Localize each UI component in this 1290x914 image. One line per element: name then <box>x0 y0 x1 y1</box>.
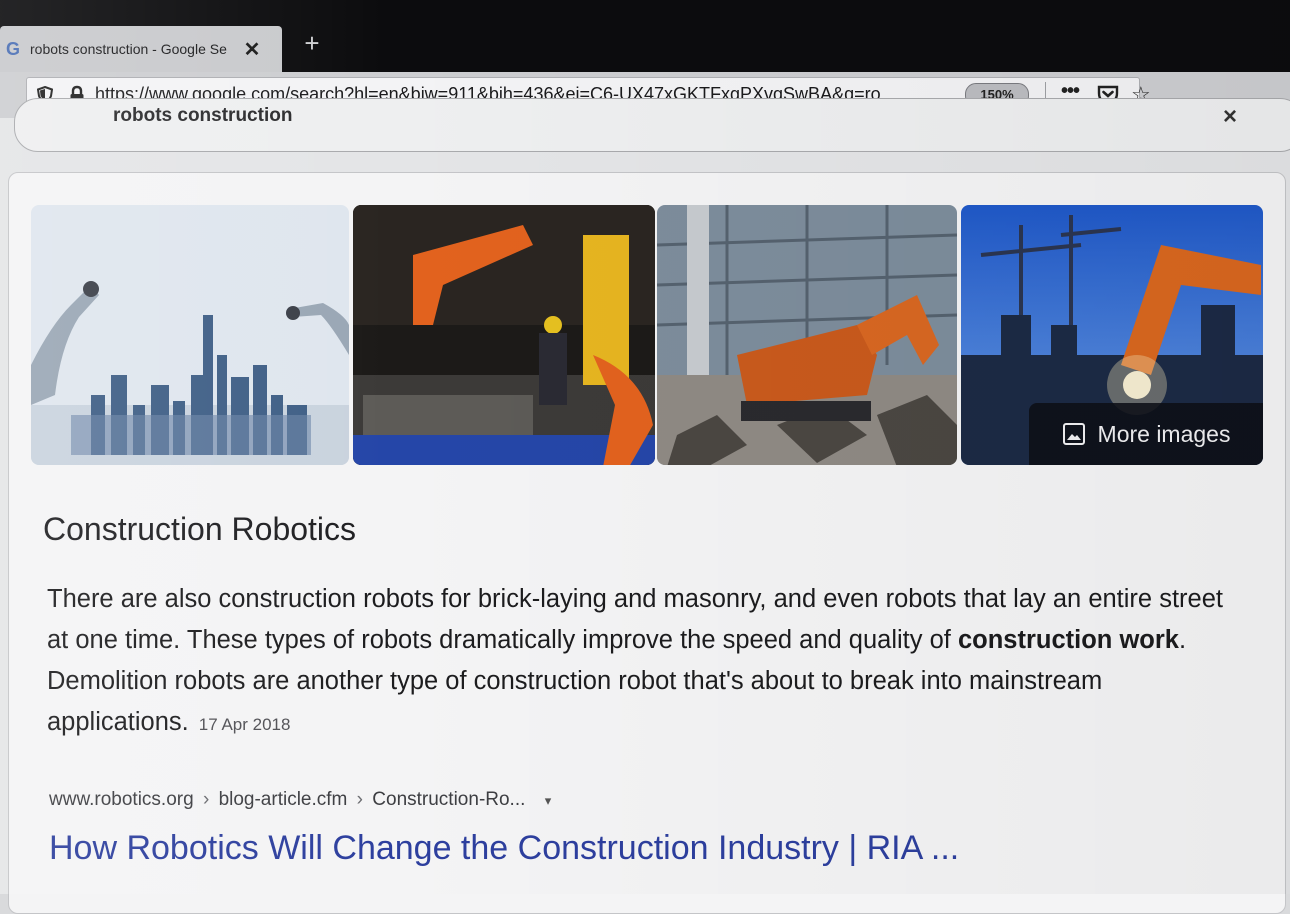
breadcrumb-path-2: Construction-Ro... <box>372 789 526 810</box>
breadcrumb-separator: › <box>356 789 363 810</box>
robot-city-skyline-image <box>31 205 349 465</box>
tab-title: robots construction - Google Se <box>30 41 227 57</box>
more-images-button[interactable]: More images <box>1029 403 1263 465</box>
demolition-robot-rubble-image <box>657 205 957 465</box>
more-images-label: More images <box>1097 420 1231 447</box>
clear-search-icon[interactable]: × <box>1223 103 1237 131</box>
breadcrumb-path-1: blog-article.cfm <box>218 789 348 810</box>
image-thumbnail-4[interactable]: More images <box>961 205 1263 465</box>
result-title-link[interactable]: How Robotics Will Change the Constructio… <box>49 829 959 868</box>
featured-snippet-panel: More images Construction Robotics There … <box>8 172 1286 914</box>
result-breadcrumb: www.robotics.org › blog-article.cfm › Co… <box>49 789 551 811</box>
snippet-heading: Construction Robotics <box>43 511 357 547</box>
google-favicon-icon: G <box>5 38 20 59</box>
image-icon <box>1062 423 1085 445</box>
orange-robot-arm-worker-image <box>353 205 655 465</box>
breadcrumb-separator: › <box>202 789 210 810</box>
image-thumbnail-2[interactable] <box>353 205 655 465</box>
search-query-text[interactable]: robots construction <box>113 105 292 127</box>
image-thumbnail-1[interactable] <box>31 205 349 465</box>
snippet-highlight: construction work <box>957 626 1179 654</box>
search-results-page: robots construction × More images Constr… <box>0 98 1290 914</box>
browser-tab-strip: G robots construction - Google Se ✕ + <box>0 0 1290 72</box>
result-options-dropdown-icon[interactable]: ▾ <box>545 793 552 808</box>
close-tab-icon[interactable]: ✕ <box>240 37 264 62</box>
snippet-date: 17 Apr 2018 <box>198 715 291 734</box>
search-box[interactable]: robots construction × <box>14 98 1290 152</box>
snippet-text: There are also construction robots for b… <box>47 579 1247 745</box>
image-thumbnail-3[interactable] <box>657 205 957 465</box>
image-carousel: More images <box>31 205 1263 471</box>
breadcrumb-domain: www.robotics.org <box>49 789 194 810</box>
new-tab-button[interactable]: + <box>297 26 327 60</box>
browser-tab-active[interactable]: G robots construction - Google Se ✕ <box>0 26 282 72</box>
